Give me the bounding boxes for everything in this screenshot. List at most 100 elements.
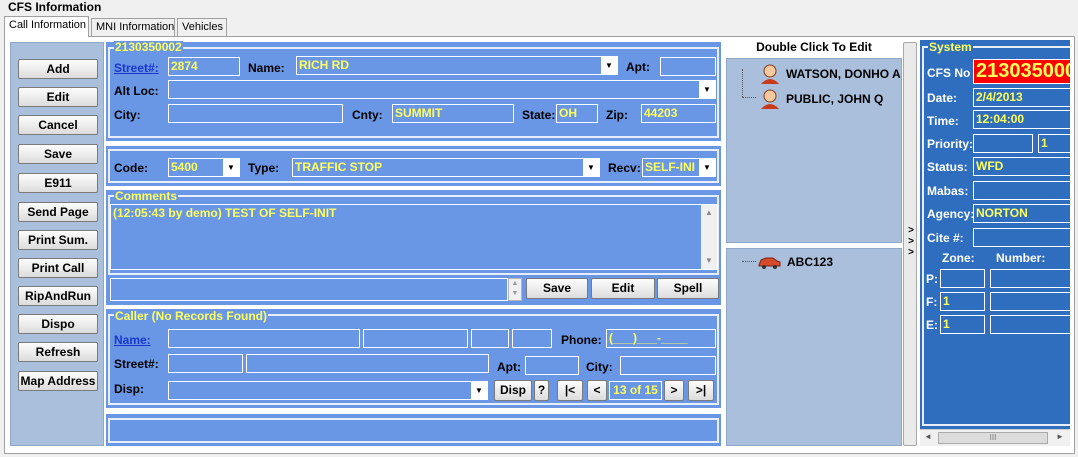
next-record-button[interactable]: > (664, 380, 684, 401)
agency-field[interactable]: NORTON (973, 204, 1070, 223)
caller-middle-field[interactable] (471, 329, 509, 348)
chevron-down-icon[interactable]: ▼ (699, 81, 715, 98)
panel-splitter[interactable]: > > > (903, 42, 917, 446)
f-number-field[interactable] (990, 292, 1070, 311)
status-field[interactable]: WFD (973, 157, 1070, 176)
cite-field[interactable] (973, 228, 1070, 247)
print-summary-button[interactable]: Print Sum. (18, 230, 98, 250)
chevron-down-icon[interactable]: ▼ (471, 382, 487, 399)
date-field[interactable]: 2/4/2013 (973, 88, 1070, 107)
zip-label: Zip: (606, 108, 628, 122)
p-zone-field[interactable] (940, 269, 985, 288)
tab-call-information[interactable]: Call Information (4, 16, 89, 37)
city-field[interactable] (168, 104, 343, 123)
persons-header: Double Click To Edit (756, 40, 872, 54)
chevron-down-icon[interactable]: ▼ (601, 57, 617, 74)
e-label: E: (926, 318, 938, 332)
f-zone-field[interactable]: 1 (940, 292, 985, 311)
refresh-button[interactable]: Refresh (18, 342, 98, 362)
record-counter: 13 of 15 (609, 381, 662, 400)
scroll-up-icon[interactable]: ▲ (701, 205, 717, 221)
expand-arrows-icon[interactable]: > > > (906, 225, 916, 258)
caller-street-name-field[interactable] (246, 354, 489, 373)
caller-city-field[interactable] (620, 356, 716, 375)
tab-vehicles[interactable]: Vehicles (177, 18, 227, 36)
chevron-down-icon[interactable]: ▼ (223, 159, 239, 176)
chevron-down-icon[interactable]: ▼ (583, 159, 599, 176)
zip-field[interactable]: 44203 (641, 104, 716, 123)
caller-section: Caller (No Records Found) Name: Phone: (… (106, 309, 721, 408)
comment-spinner[interactable]: ▲ ▼ (508, 278, 522, 301)
state-field[interactable]: OH (556, 104, 598, 123)
scroll-down-icon[interactable]: ▼ (701, 253, 717, 269)
e-number-field[interactable] (990, 315, 1070, 334)
phone-field[interactable]: (___)___-____ (606, 329, 716, 348)
previous-record-button[interactable]: < (587, 380, 607, 401)
recv-label: Recv: (608, 161, 641, 175)
last-record-button[interactable]: >| (688, 380, 714, 401)
scrollbar-thumb[interactable]: III (938, 432, 1048, 444)
caller-street-number-field[interactable] (168, 354, 243, 373)
date-label: Date: (927, 91, 958, 105)
vehicles-tree[interactable]: ABC123 (726, 248, 902, 446)
chevron-down-icon[interactable]: ▼ (699, 159, 715, 176)
code-combo[interactable]: 5400 ▼ (168, 158, 240, 177)
cancel-button[interactable]: Cancel (18, 115, 98, 135)
comments-scrollbar[interactable]: ▲ ▼ (701, 205, 717, 269)
caller-name-link[interactable]: Name: (114, 333, 151, 347)
help-button[interactable]: ? (534, 380, 549, 401)
send-page-button[interactable]: Send Page (18, 202, 98, 222)
priority-secondary-field[interactable]: 1 (1038, 134, 1070, 153)
cite-label: Cite #: (927, 231, 964, 245)
caller-last-name-field[interactable] (168, 329, 360, 348)
scroll-left-icon[interactable]: ◄ (924, 432, 932, 441)
street-number-field[interactable]: 2874 (168, 57, 240, 76)
system-panel: System CFS No 213035000 Date: 2/4/2013 T… (920, 40, 1070, 446)
scroll-right-icon[interactable]: ► (1056, 432, 1064, 441)
disp-label: Disp: (114, 382, 144, 396)
e-zone-field[interactable]: 1 (940, 315, 985, 334)
dispo-button[interactable]: Dispo (18, 314, 98, 334)
comment-edit-button[interactable]: Edit (591, 278, 655, 299)
alt-loc-combo[interactable]: ▼ (168, 80, 716, 99)
street-name-combo[interactable]: RICH RD ▼ (296, 56, 618, 75)
apt-field[interactable] (660, 57, 716, 76)
add-button[interactable]: Add (18, 59, 98, 79)
mabas-field[interactable] (973, 181, 1070, 200)
status-label: Status: (927, 160, 968, 174)
priority-field[interactable] (973, 134, 1033, 153)
recv-combo[interactable]: SELF-INI ▼ (642, 158, 716, 177)
caller-first-name-field[interactable] (363, 329, 468, 348)
county-field[interactable]: SUMMIT (392, 104, 514, 123)
action-sidebar: Add Edit Cancel Save E911 Send Page Prin… (10, 42, 104, 446)
person-icon (761, 89, 779, 109)
persons-tree[interactable]: WATSON, DONHO A PUBLIC, JOHN Q (726, 58, 902, 243)
disp-button[interactable]: Disp (494, 380, 532, 401)
first-record-button[interactable]: |< (557, 380, 583, 401)
comment-save-button[interactable]: Save (526, 278, 588, 299)
print-call-button[interactable]: Print Call (18, 258, 98, 278)
p-number-field[interactable] (990, 269, 1070, 288)
tab-mni-information[interactable]: MNI Information (91, 18, 175, 36)
spell-check-button[interactable]: Spell (657, 278, 719, 299)
alt-loc-label: Alt Loc: (114, 84, 159, 98)
save-button[interactable]: Save (18, 144, 98, 164)
comments-textarea[interactable]: (12:05:43 by demo) TEST OF SELF-INIT ▲ ▼ (110, 204, 718, 270)
rip-and-run-button[interactable]: RipAndRun (18, 286, 98, 306)
street-number-link[interactable]: Street#: (114, 61, 159, 75)
code-label: Code: (114, 161, 148, 175)
type-combo[interactable]: TRAFFIC STOP ▼ (292, 158, 600, 177)
time-field[interactable]: 12:04:00 (973, 110, 1070, 129)
comment-entry-field[interactable] (110, 278, 508, 301)
caller-apt-field[interactable] (525, 356, 579, 375)
e911-button[interactable]: E911 (18, 173, 98, 193)
edit-button[interactable]: Edit (18, 87, 98, 107)
car-icon (758, 257, 781, 269)
cfs-number-field: 213035000 (973, 59, 1070, 84)
zone-label: Zone: (942, 251, 975, 265)
disp-combo[interactable]: ▼ (168, 381, 488, 400)
caller-suffix-field[interactable] (512, 329, 552, 348)
map-address-button[interactable]: Map Address (18, 371, 98, 391)
horizontal-scrollbar[interactable]: ◄ III ► (920, 429, 1070, 446)
mabas-label: Mabas: (927, 184, 969, 198)
